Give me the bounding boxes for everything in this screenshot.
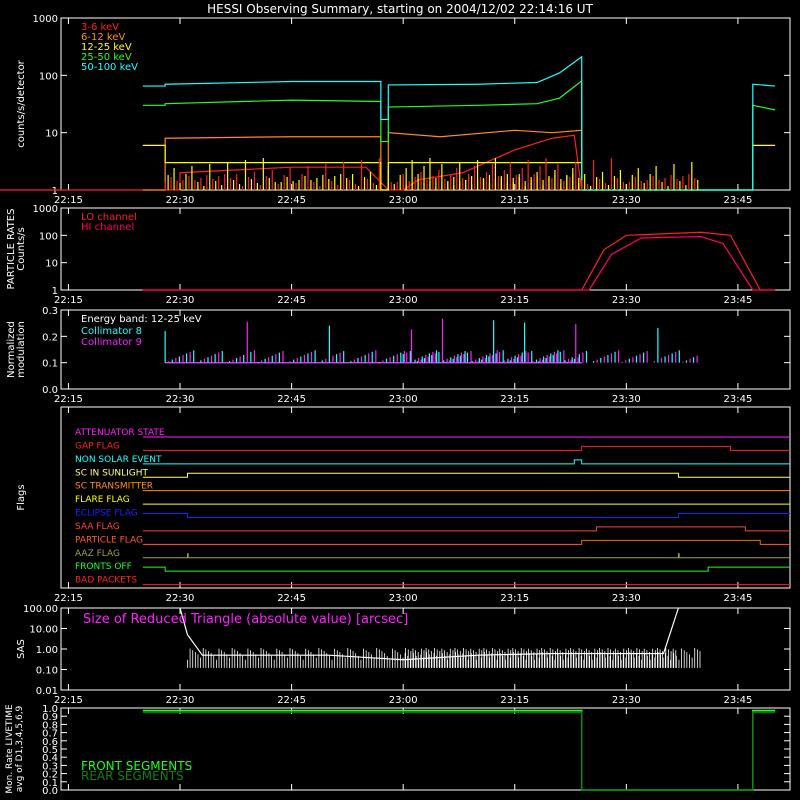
chart-title: HESSI Observing Summary, starting on 200… (207, 2, 593, 16)
y-axis-label: Mon. Rate LIVETIME (5, 704, 15, 794)
flag-label: NON SOLAR EVENT (75, 455, 162, 465)
x-tick-label: 23:30 (612, 695, 641, 706)
modulation-spikes (164, 318, 698, 363)
x-tick-label: 23:00 (389, 394, 418, 405)
x-tick-label: 23:45 (724, 695, 753, 706)
series-line (142, 711, 776, 791)
flag-label: ECLIPSE FLAG (75, 509, 138, 519)
flag-label: SAA FLAG (75, 522, 120, 532)
x-tick-label: 23:15 (500, 695, 529, 706)
x-tick-label: 23:00 (389, 593, 418, 604)
flag-line (142, 539, 790, 545)
x-tick-label: 22:15 (54, 295, 83, 306)
y-tick-label: 100.00 (23, 604, 58, 615)
series-line (142, 709, 776, 791)
legend-entry: Collimator 8 (81, 326, 142, 337)
x-tick-label: 23:30 (612, 295, 641, 306)
sas-noise (187, 648, 701, 668)
y-tick-label: 10 (45, 129, 58, 140)
x-tick-label: 22:45 (277, 295, 306, 306)
x-tick-label: 23:00 (389, 195, 418, 206)
flag-label: BAD PACKETS (75, 576, 137, 586)
x-tick-label: 22:45 (277, 593, 306, 604)
x-tick-label: 23:15 (500, 593, 529, 604)
flag-label: SC IN SUNLIGHT (75, 468, 149, 478)
x-tick-label: 22:15 (54, 394, 83, 405)
x-tick-label: 23:45 (724, 394, 753, 405)
y-axis-label: avg of D1,3,4,5,6,9 (15, 705, 25, 792)
flag-label: GAP FLAG (75, 441, 120, 451)
flag-line (142, 566, 790, 572)
y-tick-label: 1000 (33, 14, 58, 25)
x-tick-label: 23:00 (389, 295, 418, 306)
flag-line (142, 445, 790, 451)
x-tick-label: 23:45 (724, 593, 753, 604)
flag-line (142, 513, 790, 518)
x-tick-label: 23:15 (500, 394, 529, 405)
flag-label: SC TRANSMITTER (75, 482, 153, 492)
y-tick-label: 100 (39, 231, 58, 242)
series-line (142, 231, 776, 291)
y-axis-label: modulation (16, 321, 27, 378)
y-axis-label: SAS (16, 639, 27, 659)
x-tick-label: 23:30 (612, 593, 641, 604)
y-tick-label: 0.3 (42, 306, 58, 317)
panel-frame-3 (60, 406, 791, 589)
x-tick-label: 23:00 (389, 695, 418, 706)
x-tick-label: 22:45 (277, 394, 306, 405)
y-tick-label: 1.0 (42, 704, 58, 715)
legend-entry: HI channel (81, 222, 134, 233)
hessi-summary-chart: HESSI Observing Summary, starting on 200… (0, 2, 791, 797)
legend-entry: REAR SEGMENTS (81, 769, 184, 783)
flag-label: FRONTS OFF (75, 562, 132, 572)
annotation: Energy band: 12-25 keV (81, 314, 202, 325)
flag-line (142, 526, 790, 532)
y-axis-label: Counts/s (16, 227, 27, 271)
x-tick-label: 23:45 (724, 195, 753, 206)
x-tick-label: 22:30 (166, 394, 195, 405)
flag-line (142, 459, 790, 465)
x-tick-label: 22:15 (54, 695, 83, 706)
legend-entry: Collimator 9 (81, 337, 142, 348)
x-tick-label: 22:30 (166, 695, 195, 706)
x-tick-label: 23:30 (612, 394, 641, 405)
y-tick-label: 0.1 (42, 359, 58, 370)
y-tick-label: 1.00 (36, 645, 58, 656)
x-tick-label: 23:15 (500, 195, 529, 206)
flag-label: ATTENUATOR STATE (75, 428, 165, 438)
panel-title: Size of Reduced Triangle (absolute value… (83, 612, 408, 627)
y-tick-label: 0.2 (42, 332, 58, 343)
panel-frame-1 (60, 207, 791, 291)
x-tick-label: 22:30 (166, 295, 195, 306)
y-tick-label: 100 (39, 71, 58, 82)
x-tick-label: 23:15 (500, 295, 529, 306)
flag-line (142, 472, 790, 478)
flag-label: PARTICLE FLAG (75, 535, 143, 545)
x-tick-label: 22:30 (166, 195, 195, 206)
x-tick-label: 22:15 (54, 593, 83, 604)
y-tick-label: 10.00 (29, 625, 58, 636)
x-tick-label: 22:45 (277, 695, 306, 706)
y-tick-label: 0.10 (36, 666, 58, 677)
y-axis-label: Flags (16, 484, 27, 510)
x-tick-label: 22:45 (277, 195, 306, 206)
flag-line (142, 553, 790, 559)
flag-label: AAZ FLAG (75, 549, 120, 559)
x-tick-label: 22:15 (54, 195, 83, 206)
y-tick-label: 1000 (33, 204, 58, 215)
x-tick-label: 23:45 (724, 295, 753, 306)
y-axis-label: counts/s/detector (16, 59, 27, 147)
flag-label: FLARE FLAG (75, 495, 130, 505)
x-tick-label: 23:30 (612, 195, 641, 206)
y-tick-label: 10 (45, 259, 58, 270)
x-tick-label: 22:30 (166, 593, 195, 604)
series-line (142, 235, 776, 291)
legend-entry: 50-100 keV (81, 62, 138, 73)
